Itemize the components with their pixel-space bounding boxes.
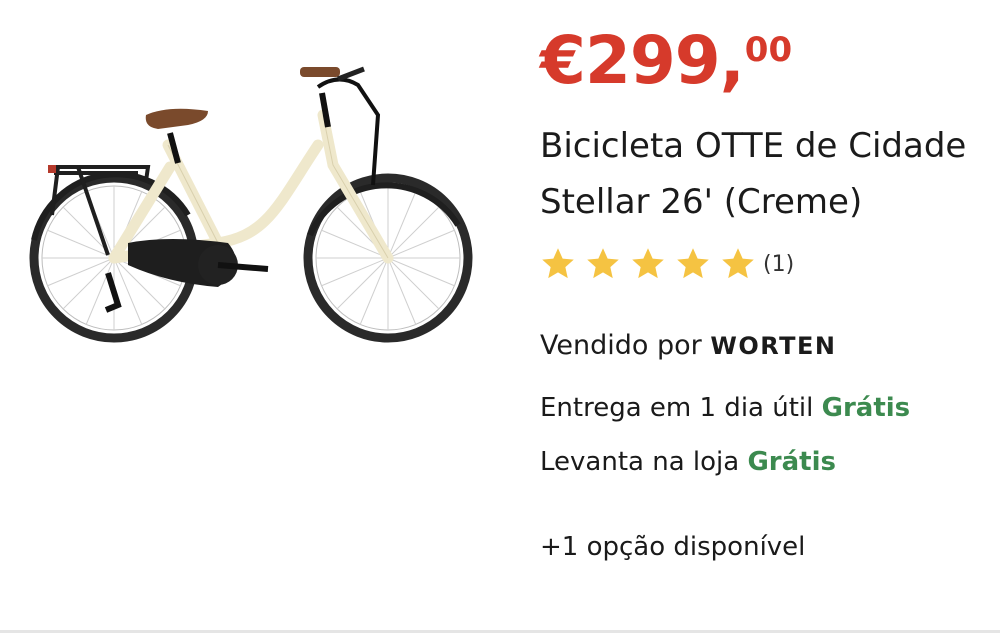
price-integer: 299 (584, 22, 721, 99)
pickup-line: Levanta na loja Grátis (540, 447, 836, 477)
rating-count[interactable]: (1) (763, 252, 794, 277)
delivery-cost: Grátis (821, 393, 911, 423)
star-icon (542, 248, 574, 279)
rating[interactable]: (1) (540, 246, 794, 282)
seller-prefix: Vendido por (540, 330, 702, 361)
delivery-line: Entrega em 1 dia útil Grátis (540, 393, 910, 423)
more-options-link[interactable]: +1 opção disponível (540, 532, 805, 562)
seller-line: Vendido por WORTEN (540, 330, 836, 361)
star-icon (587, 248, 619, 279)
star-icon (677, 248, 709, 279)
pickup-cost: Grátis (747, 447, 836, 477)
pickup-text: Levanta na loja (540, 447, 740, 477)
price: €299,00 (540, 22, 792, 99)
seller-name[interactable]: WORTEN (710, 332, 836, 360)
price-separator: , (719, 22, 745, 99)
product-title[interactable]: Bicicleta OTTE de Cidade Stellar 26' (Cr… (540, 118, 980, 230)
price-currency: € (540, 22, 586, 99)
bicycle-image[interactable] (18, 55, 478, 345)
price-cents: 00 (744, 30, 793, 70)
star-icon (722, 248, 754, 279)
star-icon (632, 248, 664, 279)
delivery-text: Entrega em 1 dia útil (540, 393, 814, 423)
